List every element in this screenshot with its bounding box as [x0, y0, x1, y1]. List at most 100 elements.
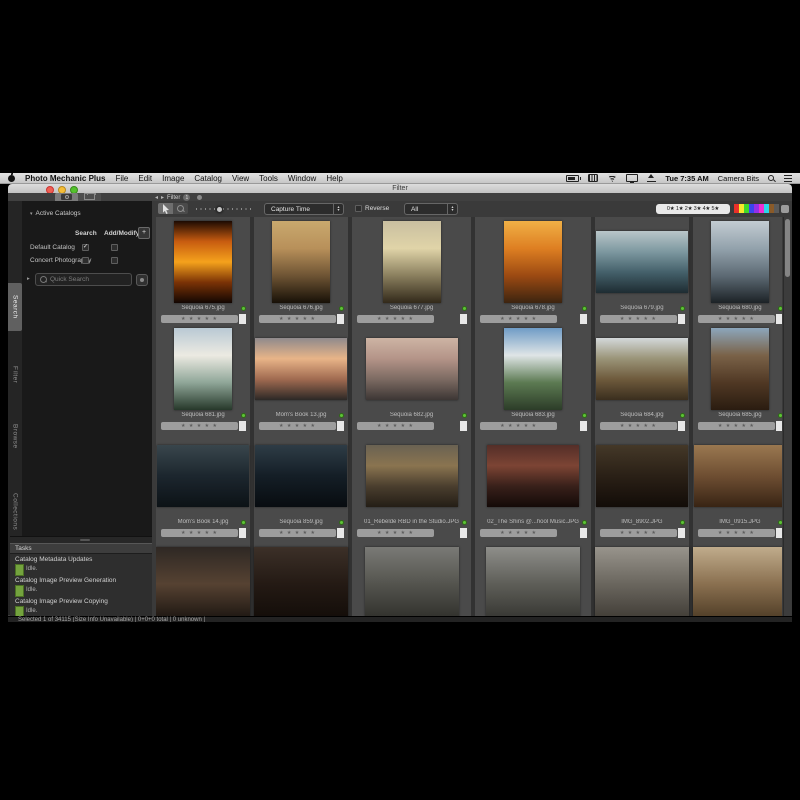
- vertical-scrollbar[interactable]: [783, 217, 791, 616]
- spotlight-icon[interactable]: [768, 175, 775, 182]
- thumbnail-cell[interactable]: [254, 540, 348, 616]
- thumbnail-cell[interactable]: Sequoia 681.jpg ★ ★ ★ ★ ★: [156, 326, 250, 433]
- thumbnail-cell[interactable]: Sequoia 678.jpg ★ ★ ★ ★ ★: [475, 219, 591, 326]
- rating-stars-bar[interactable]: ★ ★ ★ ★ ★: [259, 422, 336, 430]
- menu-edit[interactable]: Edit: [138, 174, 152, 183]
- rating-stars-bar[interactable]: ★ ★ ★ ★ ★: [480, 422, 557, 430]
- star-rating-filter[interactable]: 0★ 1★ 2★ 3★ 4★ 5★: [656, 204, 730, 214]
- menu-tools[interactable]: Tools: [259, 174, 278, 183]
- thumbnail-image[interactable]: [174, 328, 232, 410]
- thumbnail-cell[interactable]: [352, 540, 471, 616]
- thumbnail-image[interactable]: [366, 338, 458, 400]
- menu-image[interactable]: Image: [162, 174, 184, 183]
- thumbnail-image[interactable]: [254, 547, 348, 616]
- select-checkbox[interactable]: [460, 421, 467, 431]
- rating-stars-bar[interactable]: ★ ★ ★ ★ ★: [357, 315, 434, 323]
- rating-stars-bar[interactable]: ★ ★ ★ ★ ★: [357, 529, 434, 537]
- color-class-none-button[interactable]: [781, 205, 789, 213]
- select-checkbox[interactable]: [337, 421, 344, 431]
- rating-stars-bar[interactable]: ★ ★ ★ ★ ★: [600, 529, 677, 537]
- quick-search-disclosure-icon[interactable]: ▸: [27, 276, 30, 282]
- keyboard-icon[interactable]: [588, 174, 598, 182]
- thumbnail-cell[interactable]: [693, 540, 782, 616]
- rating-stars-bar[interactable]: ★ ★ ★ ★ ★: [698, 315, 775, 323]
- thumbnail-size-slider[interactable]: [196, 205, 254, 213]
- rating-stars-bar[interactable]: ★ ★ ★ ★ ★: [600, 315, 677, 323]
- rating-stars-bar[interactable]: ★ ★ ★ ★ ★: [698, 422, 775, 430]
- select-checkbox[interactable]: [580, 421, 587, 431]
- forward-icon[interactable]: ▸: [161, 195, 164, 201]
- rating-stars-bar[interactable]: ★ ★ ★ ★ ★: [480, 529, 557, 537]
- rating-stars-bar[interactable]: ★ ★ ★ ★ ★: [357, 422, 434, 430]
- rail-tab-search[interactable]: Search: [8, 283, 22, 331]
- menulist-icon[interactable]: [784, 175, 792, 182]
- quick-search-options-button[interactable]: [136, 274, 148, 286]
- thumbnail-image[interactable]: [504, 328, 562, 410]
- select-checkbox[interactable]: [337, 314, 344, 324]
- rating-stars-bar[interactable]: ★ ★ ★ ★ ★: [259, 529, 336, 537]
- thumbnail-image[interactable]: [365, 547, 459, 616]
- thumbnail-cell[interactable]: IMG_8902.JPG ★ ★ ★ ★ ★: [595, 433, 689, 540]
- thumbnail-cell[interactable]: Sequoia 675.jpg ★ ★ ★ ★ ★: [156, 219, 250, 326]
- display-icon[interactable]: [626, 174, 638, 182]
- window-titlebar[interactable]: Filter: [8, 184, 792, 193]
- thumbnail-cell[interactable]: 01_Rebelde RBD in the Studio.JPG ★ ★ ★ ★…: [352, 433, 471, 540]
- app-menu-title[interactable]: Photo Mechanic Plus: [25, 174, 105, 183]
- select-checkbox[interactable]: [678, 528, 685, 538]
- select-checkbox[interactable]: [460, 314, 467, 324]
- thumbnail-image[interactable]: [596, 445, 688, 507]
- rating-stars-bar[interactable]: ★ ★ ★ ★ ★: [161, 422, 238, 430]
- reverse-checkbox[interactable]: [355, 205, 362, 212]
- rating-stars-bar[interactable]: ★ ★ ★ ★ ★: [480, 315, 557, 323]
- catalog-addmodify-checkbox[interactable]: [111, 244, 118, 251]
- thumbnail-cell[interactable]: Sequoia 684.jpg ★ ★ ★ ★ ★: [595, 326, 689, 433]
- tab-organizer-mode[interactable]: [78, 193, 101, 201]
- rating-stars-bar[interactable]: ★ ★ ★ ★ ★: [698, 529, 775, 537]
- thumbnail-cell[interactable]: [475, 540, 591, 616]
- select-checkbox[interactable]: [337, 528, 344, 538]
- battery-icon[interactable]: [566, 175, 579, 182]
- menubar-clock[interactable]: Tue 7:35 AM: [665, 174, 708, 183]
- loupe-tool-button[interactable]: [173, 203, 188, 214]
- record-dot-icon[interactable]: [197, 195, 202, 200]
- catalog-addmodify-checkbox[interactable]: [111, 257, 118, 264]
- back-icon[interactable]: ◂: [155, 195, 158, 201]
- filter-dropdown[interactable]: All ▲▼: [404, 203, 458, 215]
- menu-file[interactable]: File: [115, 174, 128, 183]
- select-checkbox[interactable]: [776, 421, 782, 431]
- thumbnail-cell[interactable]: [595, 540, 689, 616]
- disclosure-triangle-icon[interactable]: ▾: [30, 211, 33, 217]
- add-catalog-button[interactable]: +: [138, 227, 150, 239]
- menu-help[interactable]: Help: [326, 174, 342, 183]
- thumbnail-cell[interactable]: Sequoia 683.jpg ★ ★ ★ ★ ★: [475, 326, 591, 433]
- select-checkbox[interactable]: [776, 314, 782, 324]
- select-checkbox[interactable]: [776, 528, 782, 538]
- thumbnail-image[interactable]: [272, 221, 330, 303]
- scrollbar-thumb[interactable]: [785, 219, 790, 277]
- select-checkbox[interactable]: [460, 528, 467, 538]
- thumbnail-image[interactable]: [595, 547, 689, 616]
- thumbnail-image[interactable]: [255, 338, 347, 400]
- select-checkbox[interactable]: [678, 421, 685, 431]
- thumbnail-image[interactable]: [694, 445, 782, 507]
- sort-by-dropdown[interactable]: Capture Time ▲▼: [264, 203, 344, 215]
- rail-tab-filter[interactable]: Filter: [8, 356, 22, 393]
- thumbnail-image[interactable]: [693, 547, 782, 616]
- thumbnail-image[interactable]: [486, 547, 580, 616]
- select-checkbox[interactable]: [678, 314, 685, 324]
- thumbnail-cell[interactable]: Sequoia 682.jpg ★ ★ ★ ★ ★: [352, 326, 471, 433]
- slider-thumb[interactable]: [216, 206, 223, 213]
- rating-stars-bar[interactable]: ★ ★ ★ ★ ★: [161, 315, 238, 323]
- thumbnail-cell[interactable]: Sequoia 685.jpg ★ ★ ★ ★ ★: [693, 326, 782, 433]
- thumbnail-cell[interactable]: Sequoia 677.jpg ★ ★ ★ ★ ★: [352, 219, 471, 326]
- select-checkbox[interactable]: [580, 314, 587, 324]
- catalog-search-checkbox[interactable]: [82, 257, 89, 264]
- rail-tab-collections[interactable]: Collections: [8, 486, 22, 537]
- menubar-user[interactable]: Camera Bits: [718, 174, 759, 183]
- thumbnail-image[interactable]: [383, 221, 441, 303]
- select-tool-button[interactable]: [158, 203, 173, 214]
- thumbnail-cell[interactable]: IMG_0915.JPG ★ ★ ★ ★ ★: [693, 433, 782, 540]
- apple-menu-icon[interactable]: [8, 175, 15, 182]
- thumbnail-image[interactable]: [596, 338, 688, 400]
- rating-stars-bar[interactable]: ★ ★ ★ ★ ★: [259, 315, 336, 323]
